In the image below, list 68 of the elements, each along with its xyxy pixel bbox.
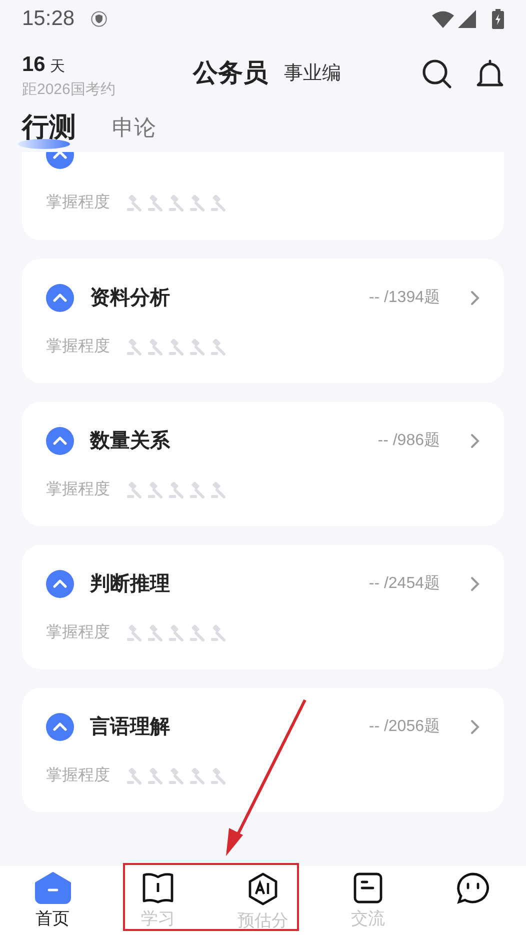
gavel-icon — [147, 482, 164, 498]
gavel-icon — [126, 194, 143, 212]
nav-tab[interactable]: 首页 — [0, 866, 106, 935]
gavel-icon — [126, 768, 143, 784]
signal-icon — [458, 10, 476, 28]
question-count: -- /1394题 — [368, 288, 440, 308]
gavel-icon — [210, 338, 227, 356]
gavel-icon — [210, 194, 227, 212]
book-icon — [140, 872, 175, 904]
gavel-icon — [210, 768, 227, 784]
mastery-label: 掌握程度 — [46, 622, 110, 643]
gavel-icon — [189, 338, 206, 356]
gavel-icon — [168, 194, 185, 212]
gavel-icon — [189, 194, 206, 212]
module-card[interactable]: 判断推理 -- /2454题 掌握程度 — [22, 545, 504, 669]
chat-icon — [353, 872, 384, 904]
exam-tab[interactable]: 事业编 — [284, 60, 341, 88]
collapse-icon[interactable] — [46, 570, 74, 598]
gavel-icon — [147, 194, 164, 212]
question-count: -- /2056题 — [368, 717, 440, 737]
gavel-icon — [210, 482, 227, 498]
smiley-bubble-icon — [456, 872, 490, 904]
gavel-icon — [168, 768, 185, 784]
module-card[interactable]: 数量关系 -- /986题 掌握程度 — [22, 402, 504, 526]
gavel-icon — [168, 338, 185, 356]
home-icon — [34, 872, 71, 904]
wifi-icon — [432, 10, 454, 28]
gavel-icon — [168, 624, 185, 642]
mastery-label: 掌握程度 — [46, 192, 110, 213]
tab[interactable]: 申论 — [112, 110, 156, 144]
module-title: 资料分析 — [90, 286, 170, 311]
countdown-label: 距2026国考约 — [22, 80, 116, 99]
collapse-icon[interactable] — [46, 284, 74, 312]
shield-icon — [90, 11, 107, 27]
gavel-icon — [147, 624, 164, 642]
chevron-right-icon[interactable] — [470, 576, 480, 592]
gavel-icon — [168, 482, 185, 498]
gavel-icon — [126, 624, 143, 642]
module-title: 言语理解 — [90, 714, 170, 740]
gavel-icon — [210, 624, 227, 642]
countdown-days: 16 — [22, 53, 46, 76]
notification-icon[interactable] — [476, 59, 504, 89]
mastery-label: 掌握程度 — [46, 336, 110, 357]
gavel-icon — [126, 482, 143, 498]
chevron-right-icon[interactable] — [470, 290, 480, 306]
gavel-icon — [126, 338, 143, 356]
module-card[interactable]: 言语理解 -- /2056题 掌握程度 — [22, 688, 504, 812]
module-title: 数量关系 — [90, 428, 170, 454]
collapse-icon[interactable] — [46, 427, 74, 455]
mastery-label: 掌握程度 — [46, 480, 110, 500]
gavel-icon — [189, 482, 206, 498]
chevron-right-icon[interactable] — [470, 433, 480, 449]
gavel-icon — [147, 768, 164, 784]
question-count: -- /986题 — [378, 431, 440, 451]
module-title: 判断推理 — [90, 572, 170, 597]
battery-icon — [492, 9, 504, 29]
days-unit: 天 — [50, 58, 65, 76]
gavel-icon — [189, 624, 206, 642]
module-card[interactable]: 资料分析 -- /1394题 掌握程度 — [22, 259, 504, 383]
gavel-icon — [189, 768, 206, 784]
gavel-icon — [147, 338, 164, 356]
mastery-label: 掌握程度 — [46, 766, 110, 786]
status-time: 15:28 — [22, 6, 75, 32]
collapse-icon[interactable] — [46, 713, 74, 741]
search-icon[interactable] — [422, 59, 452, 89]
question-count: -- /2454题 — [368, 574, 440, 594]
chevron-right-icon[interactable] — [470, 719, 480, 735]
exam-tab[interactable]: 公务员 — [193, 55, 268, 93]
